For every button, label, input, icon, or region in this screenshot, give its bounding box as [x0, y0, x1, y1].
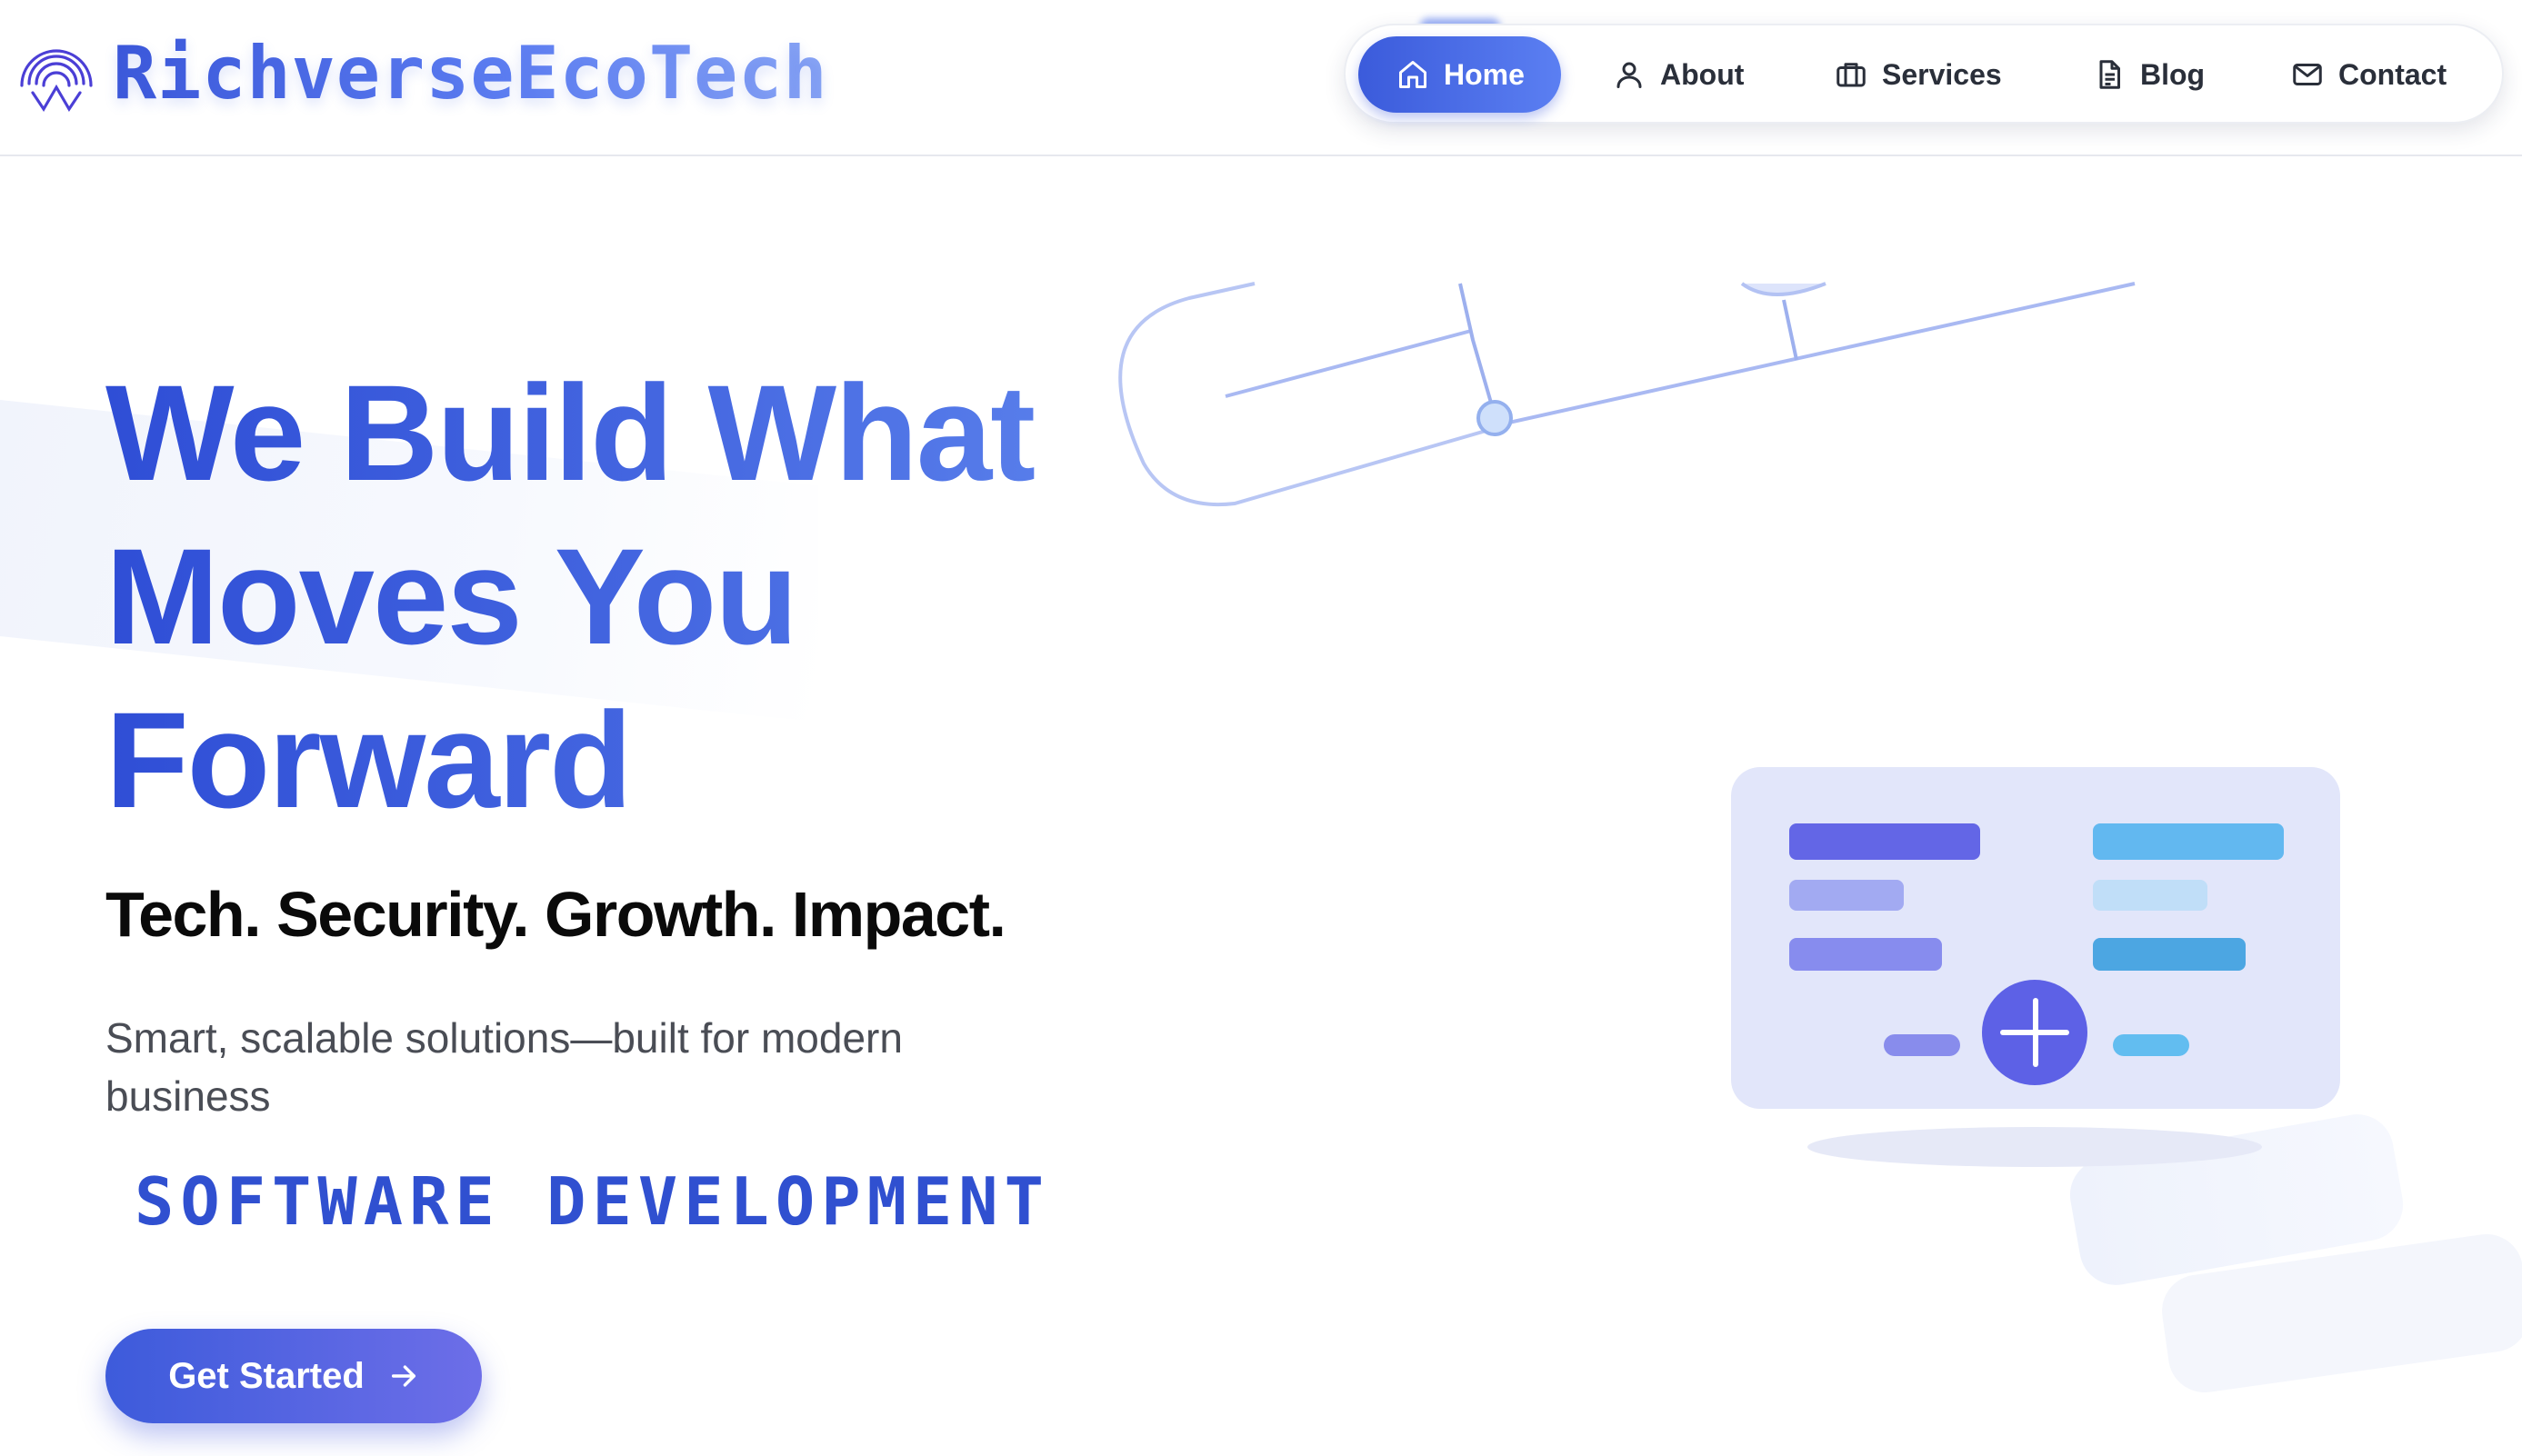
nav-contact[interactable]: Contact [2291, 36, 2447, 113]
hero-headline: We Build What Moves You Forward [105, 351, 1196, 842]
card-bar [1789, 880, 1904, 911]
get-started-button[interactable]: Get Started [105, 1329, 482, 1423]
card-shadow [1807, 1127, 2262, 1167]
card-bar [2093, 880, 2207, 911]
user-icon [1616, 62, 1642, 88]
get-started-label: Get Started [168, 1355, 365, 1396]
mail-icon [2293, 64, 2322, 85]
headline-line-3: Forward [105, 678, 1196, 842]
nav-about-label: About [1660, 57, 1745, 91]
nav-blog-label: Blog [2140, 57, 2206, 91]
card-bar [2093, 823, 2284, 860]
card-bar [2093, 938, 2246, 971]
nav-home-label: Home [1444, 57, 1525, 91]
brand-name[interactable]: RichverseEcoTech [113, 31, 828, 115]
add-icon [1982, 980, 2087, 1085]
arrow-right-icon [391, 1365, 415, 1387]
fingerprint-logo-icon[interactable] [15, 36, 98, 113]
nav-services[interactable]: Services [1835, 36, 2002, 113]
headline-line-1: We Build What [105, 351, 1196, 514]
nav-contact-label: Contact [2338, 57, 2447, 91]
hero-specialty-text: SOFTWARE DEVELOPMENT [135, 1163, 1050, 1240]
hero-tagline: Tech. Security. Growth. Impact. [105, 879, 1006, 950]
hero-subtext: Smart, scalable solutions—built for mode… [105, 1014, 903, 1120]
home-icon [1399, 61, 1426, 88]
card-pill [1884, 1034, 1960, 1056]
document-icon [2099, 60, 2120, 89]
connector-line-illustration [1118, 282, 2136, 506]
card-pill [2113, 1034, 2189, 1056]
card-bar [1789, 938, 1942, 971]
briefcase-icon [1836, 63, 1866, 87]
nav-about[interactable]: About [1613, 36, 1744, 113]
headline-line-2: Moves You [105, 514, 1196, 678]
card-bar [1789, 823, 1980, 860]
nav-blog[interactable]: Blog [2093, 36, 2205, 113]
nav-home[interactable]: Home [1358, 36, 1561, 113]
nav-services-label: Services [1882, 57, 2002, 91]
